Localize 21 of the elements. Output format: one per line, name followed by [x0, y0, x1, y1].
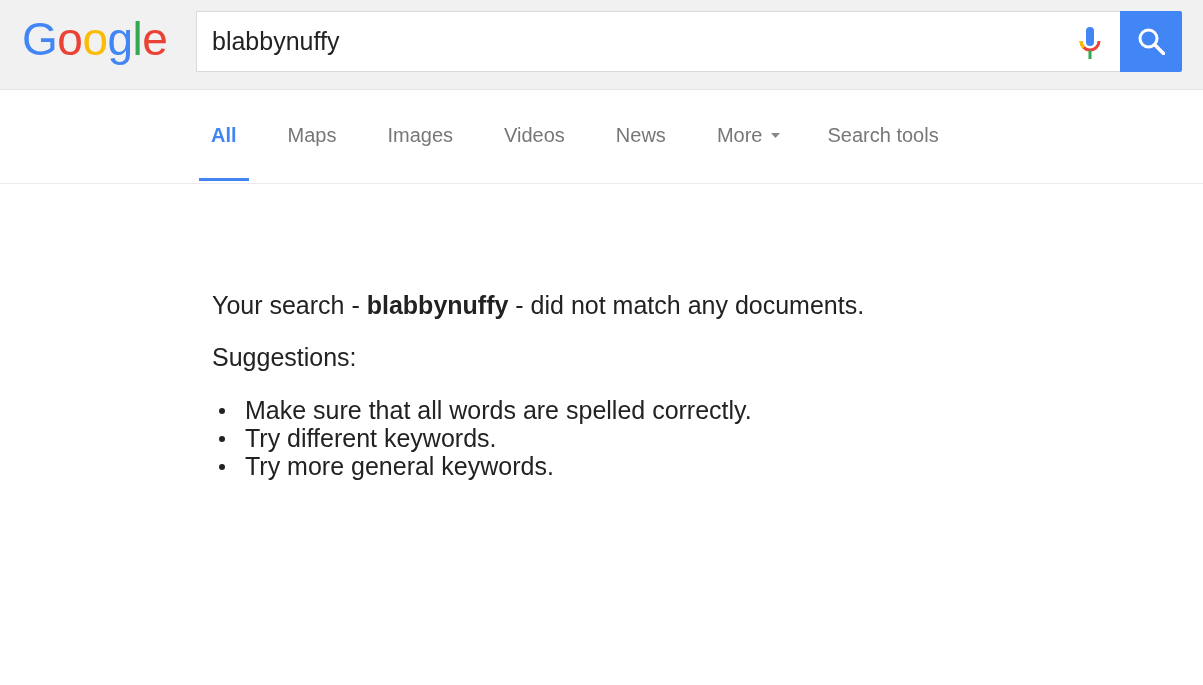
search-icon	[1137, 28, 1165, 55]
bullet-icon	[219, 436, 225, 442]
nav-tab[interactable]: News	[603, 90, 678, 181]
nav-tab[interactable]: All	[199, 90, 249, 181]
nav-tab[interactable]: Maps	[275, 90, 349, 181]
nav-tab[interactable]: Videos	[492, 90, 577, 181]
bullet-icon	[219, 408, 225, 414]
suggestion-text: Try different keywords.	[245, 424, 497, 452]
search-tools-button[interactable]: Search tools	[827, 90, 939, 181]
suggestion-text: Make sure that all words are spelled correctly.	[245, 396, 752, 424]
bullet-icon	[219, 464, 225, 470]
nav-tab[interactable]: Images	[375, 90, 466, 181]
search-field[interactable]: blabbynuffy	[196, 11, 1120, 72]
search-button[interactable]	[1120, 11, 1182, 72]
suggestions-heading: Suggestions:	[212, 343, 358, 371]
suggestion-text: Try more general keywords.	[245, 452, 554, 480]
no-results-message: Your search - blabbynuffy - did not match any documents.	[212, 291, 866, 319]
nav-tab[interactable]: More	[704, 90, 793, 181]
logo-wordmark[interactable]: Google	[22, 14, 196, 64]
caret-icon	[771, 132, 781, 138]
microphone-icon[interactable]	[1079, 27, 1101, 59]
